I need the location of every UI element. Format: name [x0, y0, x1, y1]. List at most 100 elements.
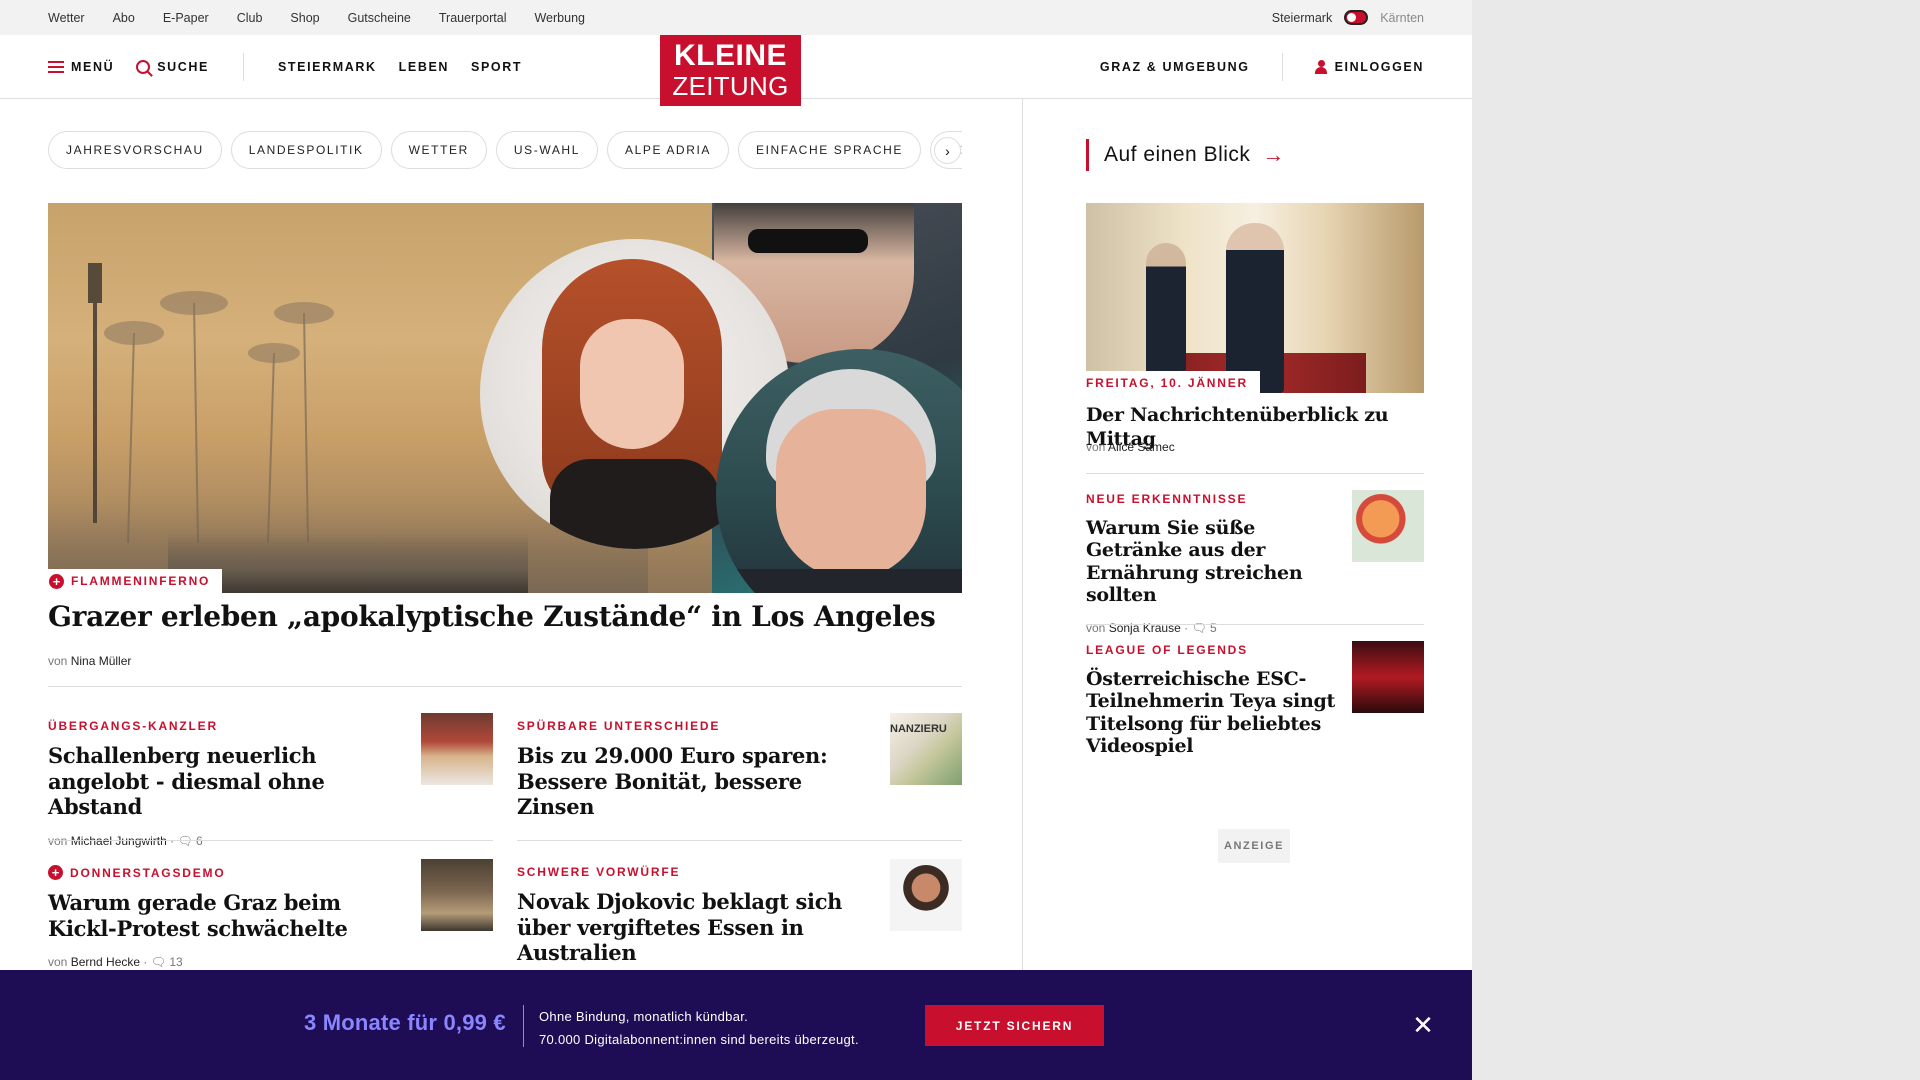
login-button[interactable]: EINLOGGEN [1335, 60, 1424, 74]
utility-link-gutscheine[interactable]: Gutscheine [348, 11, 411, 25]
region-steiermark[interactable]: Steiermark [1272, 11, 1332, 25]
sidebar-lead-author[interactable]: Alice Samec [1108, 440, 1175, 454]
tag-us-wahl[interactable]: US-WAHL [495, 131, 598, 169]
sidebar: Auf einen Blick → FREITAG, 10. JÄNNER De… [1024, 99, 1472, 1080]
plus-circle-icon: + [48, 865, 63, 880]
utility-bar: Wetter Abo E-Paper Club Shop Gutscheine … [0, 0, 1472, 35]
close-icon[interactable]: ✕ [1408, 1010, 1438, 1040]
sidebar-article-kicker: LEAGUE OF LEGENDS [1086, 643, 1248, 657]
divider [523, 1005, 524, 1047]
card-kicker: ÜBERGANGS-KANZLER [48, 719, 218, 733]
utility-link-wetter[interactable]: Wetter [48, 11, 85, 25]
search-button[interactable]: SUCHE [136, 59, 209, 74]
comment-count[interactable]: · 🗨 5 [1184, 621, 1217, 635]
nav-graz-umgebung[interactable]: GRAZ & UMGEBUNG [1100, 60, 1250, 74]
search-icon [136, 59, 151, 74]
region-toggle[interactable] [1344, 10, 1369, 25]
sidebar-article[interactable]: LEAGUE OF LEGENDS Österreichische ESC-Te… [1086, 641, 1424, 758]
byline-prefix: von [1086, 620, 1106, 635]
arrow-right-icon: → [1262, 142, 1285, 167]
search-label: SUCHE [157, 59, 209, 74]
hero-headline[interactable]: Grazer erleben „apokalyptische Zustände“… [48, 599, 962, 634]
main-header: MENÜ SUCHE STEIERMARK LEBEN SPORT KLEINE… [0, 35, 1472, 106]
card-kicker: SCHWERE VORWÜRFE [517, 865, 681, 879]
sidebar-article-headline[interactable]: Warum Sie süße Getränke aus der Ernährun… [1086, 517, 1341, 607]
tag-alpe-adria[interactable]: ALPE ADRIA [606, 131, 729, 169]
card-thumbnail[interactable]: NANZIERU [890, 713, 962, 785]
utility-link-club[interactable]: Club [237, 11, 263, 25]
divider [1281, 52, 1283, 81]
hero-kicker-text: FLAMMENINFERNO [71, 574, 211, 588]
sidebar-article-thumbnail[interactable] [1352, 641, 1424, 713]
promo-line-2: 70.000 Digitalabonnent:innen sind bereit… [539, 1032, 859, 1047]
tag-jahresvorschau[interactable]: JAHRESVORSCHAU [48, 131, 222, 169]
divider [242, 52, 244, 81]
menu-label: MENÜ [71, 59, 115, 74]
site-logo[interactable]: KLEINE ZEITUNG [660, 35, 801, 106]
main-column: JAHRESVORSCHAU LANDESPOLITIK WETTER US-W… [0, 99, 1023, 1080]
hero-image[interactable] [48, 203, 962, 593]
article-card[interactable]: ÜBERGANGS-KANZLER Schallenberg neuerlich… [48, 713, 493, 848]
card-author[interactable]: Bernd Hecke [71, 955, 140, 969]
subscribe-button[interactable]: JETZT SICHERN [925, 1005, 1104, 1046]
card-kicker: DONNERSTAGSDEMO [70, 865, 226, 880]
plus-circle-icon: + [49, 573, 64, 589]
chevron-right-icon[interactable]: › [934, 137, 961, 164]
hero-kicker: + FLAMMENINFERNO [48, 569, 223, 593]
user-icon [1314, 59, 1327, 74]
region-kaernten[interactable]: Kärnten [1380, 11, 1424, 25]
divider [517, 840, 962, 841]
sidebar-article-kicker: NEUE ERKENNTNISSE [1086, 492, 1248, 506]
subscription-banner: 3 Monate für 0,99 € Ohne Bindung, monatl… [0, 970, 1472, 1080]
card-headline[interactable]: Warum gerade Graz beim Kickl-Protest sch… [48, 890, 408, 941]
card-byline: von Bernd Hecke · 🗨 13 [48, 955, 493, 969]
divider [48, 686, 962, 687]
divider [48, 840, 493, 841]
sidebar-heading[interactable]: Auf einen Blick → [1086, 139, 1285, 171]
logo-line-1: KLEINE [673, 39, 787, 72]
byline-prefix: von [48, 654, 68, 668]
card-thumbnail[interactable] [421, 713, 493, 785]
sidebar-heading-text: Auf einen Blick [1104, 143, 1251, 166]
card-headline[interactable]: Schallenberg neuerlich angelobt - diesma… [48, 743, 408, 820]
utility-link-shop[interactable]: Shop [290, 11, 319, 25]
comment-number: 5 [1210, 620, 1217, 635]
promo-line-1: Ohne Bindung, monatlich kündbar. [539, 1009, 749, 1024]
article-card[interactable]: SCHWERE VORWÜRFE Novak Djokovic beklagt … [517, 859, 962, 966]
divider [1086, 624, 1424, 625]
tag-wetter[interactable]: WETTER [390, 131, 487, 169]
sidebar-article-thumbnail[interactable] [1352, 490, 1424, 562]
sidebar-lead-kicker: FREITAG, 10. JÄNNER [1086, 371, 1260, 395]
article-card[interactable]: + DONNERSTAGSDEMO Warum gerade Graz beim… [48, 859, 493, 969]
menu-button[interactable]: MENÜ [48, 60, 114, 74]
card-headline[interactable]: Bis zu 29.000 Euro sparen: Bessere Bonit… [517, 743, 877, 820]
utility-link-trauerportal[interactable]: Trauerportal [439, 11, 507, 25]
sidebar-article[interactable]: NEUE ERKENNTNISSE Warum Sie süße Getränk… [1086, 490, 1424, 635]
palm-trees-illustration [88, 263, 334, 543]
comment-count[interactable]: · 🗨 13 [143, 955, 182, 969]
tag-landespolitik[interactable]: LANDESPOLITIK [230, 131, 382, 169]
hero-author[interactable]: Nina Müller [71, 654, 132, 668]
tag-einfache-sprache[interactable]: EINFACHE SPRACHE [738, 131, 921, 169]
nav-sport[interactable]: SPORT [471, 60, 522, 74]
utility-link-abo[interactable]: Abo [113, 11, 135, 25]
card-thumbnail[interactable] [890, 859, 962, 931]
utility-link-epaper[interactable]: E-Paper [163, 11, 209, 25]
card-thumbnail[interactable] [421, 859, 493, 931]
promo-price: 3 Monate für 0,99 € [304, 1010, 506, 1035]
byline-prefix: von [1086, 440, 1106, 454]
thumbnail-text: NANZIERU [890, 723, 947, 735]
nav-leben[interactable]: LEBEN [399, 60, 449, 74]
utility-link-werbung[interactable]: Werbung [534, 11, 585, 25]
sidebar-article-author[interactable]: Sonja Krause [1109, 621, 1181, 635]
hero-byline: von Nina Müller [48, 654, 131, 668]
region-switch: Steiermark Kärnten [1272, 10, 1424, 25]
nav-steiermark[interactable]: STEIERMARK [278, 60, 377, 74]
article-card[interactable]: SPÜRBARE UNTERSCHIEDE Bis zu 29.000 Euro… [517, 713, 962, 820]
logo-line-2: ZEITUNG [672, 71, 789, 101]
card-headline[interactable]: Novak Djokovic beklagt sich über vergift… [517, 889, 877, 966]
header-right: GRAZ & UMGEBUNG EINLOGGEN [1100, 52, 1424, 81]
sidebar-article-headline[interactable]: Österreichische ESC-Teilnehmerin Teya si… [1086, 668, 1341, 758]
sidebar-lead-image[interactable] [1086, 203, 1424, 393]
promo-info: Ohne Bindung, monatlich kündbar. 70.000 … [539, 1005, 859, 1051]
